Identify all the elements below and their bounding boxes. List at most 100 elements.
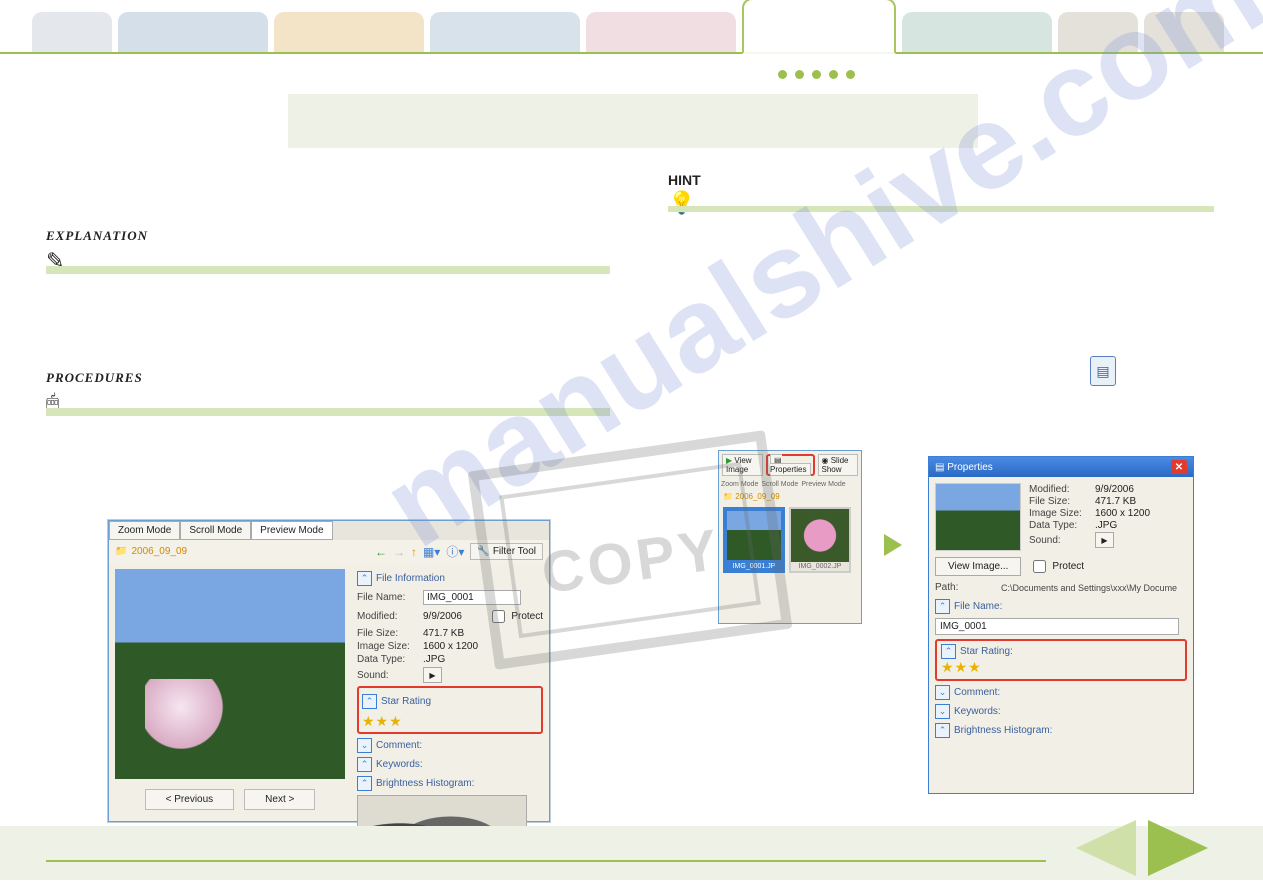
expand-comment-icon[interactable]: ⌄ [357,738,372,753]
imagesize-value: 1600 x 1200 [423,641,543,652]
pw-keywords-label: Keywords: [954,706,1001,717]
scroll-mode-tab[interactable]: Scroll Mode [180,521,251,540]
pw-imagesize-label: Image Size: [1029,508,1095,519]
hint-rule [668,206,1214,212]
modified-label: Modified: [357,611,423,622]
top-tab-strip [0,0,1263,54]
protect-checkbox[interactable] [492,610,505,623]
window-title: Properties [947,462,993,473]
pw-star-rating-highlight: ⌃Star Rating: ★★★ [935,639,1187,681]
top-tab[interactable] [274,12,424,52]
zoom-mode-label[interactable]: Zoom Mode [721,481,758,488]
star-rating-label: Star Rating [381,696,431,707]
thumbnail-2[interactable]: IMG_0002.JP [789,507,851,573]
pw-sound-label: Sound: [1029,535,1095,546]
filename-label: File Name: [357,592,423,603]
bulb-icon: 💡 [668,190,701,216]
collapse-file-info-icon[interactable]: ⌃ [357,571,372,586]
next-page-button[interactable] [1148,820,1208,876]
properties-button-highlight: ▤ Properties [766,454,814,476]
top-tab[interactable] [118,12,268,52]
pw-path-label: Path: [935,582,1001,593]
folder-name: 2006_09_09 [131,546,187,557]
slide-show-button[interactable]: ◉ Slide Show [818,454,859,476]
pw-filesize-value: 471.7 KB [1095,496,1136,507]
preview-mode-screenshot: Zoom Mode Scroll Mode Preview Mode 📁 2006… [108,520,550,822]
properties-window: ▤ Properties ✕ Modified:9/9/2006 File Siz… [928,456,1194,794]
top-tab[interactable] [742,0,896,54]
pw-collapse-histogram-icon[interactable]: ⌃ [935,723,950,738]
zoom-mode-tab[interactable]: Zoom Mode [109,521,180,540]
next-button[interactable]: Next > [244,789,315,810]
protect-label: Protect [511,611,543,622]
collapse-star-icon[interactable]: ⌃ [362,694,377,709]
pw-modified-label: Modified: [1029,484,1095,495]
star-rating-highlight: ⌃ Star Rating ★★★ [357,686,543,734]
top-tab[interactable] [1058,12,1138,52]
preview-mode-tab[interactable]: Preview Mode [251,521,332,540]
pw-filename-input[interactable]: IMG_0001 [935,618,1179,635]
pw-play-sound-button[interactable]: ▶ [1095,532,1114,548]
footer-band [0,826,1263,880]
up-icon[interactable]: ↑ [411,545,417,559]
star-rating-stars[interactable]: ★★★ [362,713,538,730]
pw-modified-value: 9/9/2006 [1095,484,1134,495]
thumbnail-1[interactable]: IMG_0001.JP [723,507,785,573]
modified-value: 9/9/2006 [423,611,480,622]
top-tab[interactable] [1144,12,1224,52]
footer-rule [46,860,1046,862]
previous-page-button[interactable] [1076,820,1136,876]
pw-star-rating-stars[interactable]: ★★★ [941,659,1181,676]
pw-protect-label: Protect [1052,561,1084,572]
forward-icon[interactable]: → [393,545,405,559]
pw-imagesize-value: 1600 x 1200 [1095,508,1150,519]
filesize-value: 471.7 KB [423,628,543,639]
scroll-mode-label[interactable]: Scroll Mode [761,481,798,488]
filesize-label: File Size: [357,628,423,639]
filename-input[interactable]: IMG_0001 [423,590,521,605]
pw-filename-label: File Name: [954,601,1002,612]
keywords-label: Keywords: [376,759,423,770]
view-image-button-pw[interactable]: View Image... [935,557,1021,576]
pw-collapse-filename-icon[interactable]: ⌃ [935,599,950,614]
top-tab[interactable] [32,12,112,52]
pw-datatype-value: .JPG [1095,520,1117,531]
folder-icon: 📁 [115,546,127,557]
back-icon[interactable]: ← [375,545,387,559]
pw-comment-label: Comment: [954,687,1000,698]
folder-name-small: 2006_09_09 [735,492,780,501]
top-tab[interactable] [902,12,1052,52]
file-info-heading: File Information [376,573,445,584]
explanation-rule [46,266,610,274]
filter-tool-button[interactable]: 🔧Filter Tool [470,543,543,560]
histogram-label: Brightness Histogram: [376,778,474,789]
dot-indicator [778,70,855,79]
pw-expand-comment-icon[interactable]: ⌄ [935,685,950,700]
datatype-label: Data Type: [357,654,423,665]
sound-label: Sound: [357,670,423,681]
pw-protect-checkbox[interactable] [1033,560,1046,573]
top-tab[interactable] [586,12,736,52]
properties-thumbnail [935,483,1021,551]
comment-label: Comment: [376,740,422,751]
collapse-keywords-icon[interactable]: ⌃ [357,757,372,772]
top-tab[interactable] [430,12,580,52]
pw-histogram-label: Brightness Histogram: [954,725,1052,736]
close-button[interactable]: ✕ [1171,460,1187,474]
window-icon: ▤ [935,462,944,473]
preview-mode-label[interactable]: Preview Mode [801,481,845,488]
imagesize-label: Image Size: [357,641,423,652]
properties-button[interactable]: ▤ Properties [770,454,810,476]
view-image-button[interactable]: ▶ View Image [722,454,763,476]
select-icon[interactable]: ▦▾ [423,545,440,559]
pw-filesize-label: File Size: [1029,496,1095,507]
preview-image [115,569,345,779]
previous-button[interactable]: < Previous [145,789,235,810]
play-sound-button[interactable]: ▶ [423,667,442,683]
pw-collapse-star-icon[interactable]: ⌃ [941,644,956,659]
pw-datatype-label: Data Type: [1029,520,1095,531]
info-icon[interactable]: ⓘ▾ [446,543,464,560]
filter-icon: 🔧 [477,546,489,557]
collapse-histogram-icon[interactable]: ⌃ [357,776,372,791]
pw-expand-keywords-icon[interactable]: ⌄ [935,704,950,719]
